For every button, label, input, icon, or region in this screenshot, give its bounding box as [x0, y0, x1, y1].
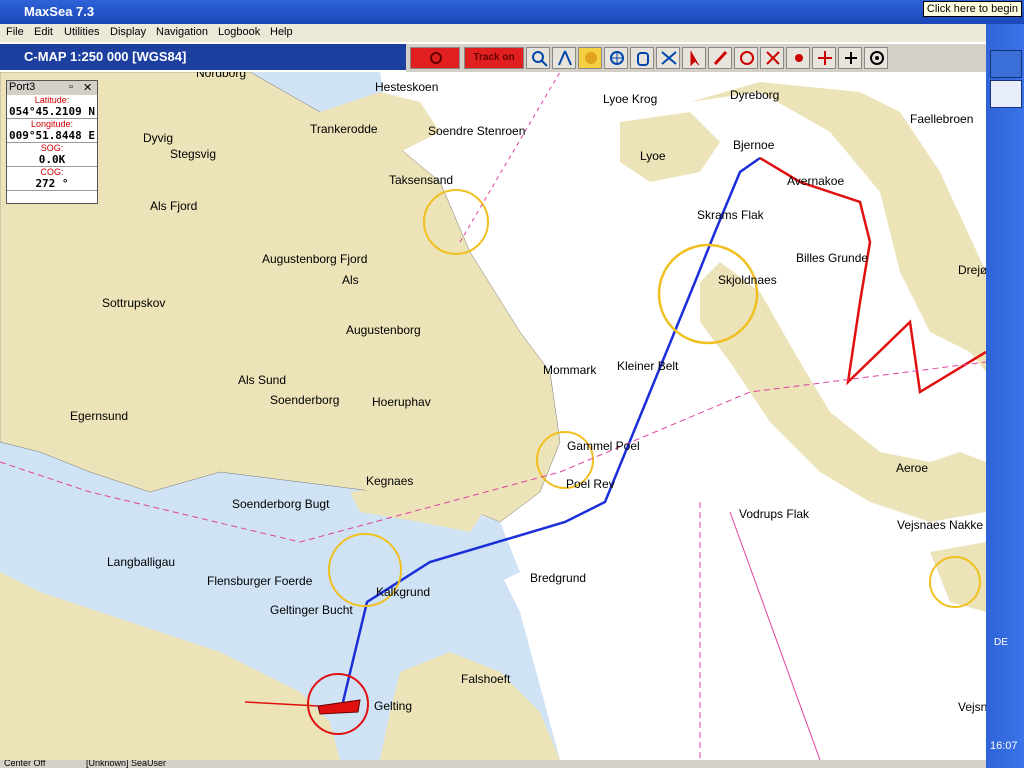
- panel-maximize-icon[interactable]: ▫: [69, 81, 73, 93]
- nautical-chart[interactable]: Hesteskoen Nordborg Trankerodde Soendre …: [0, 72, 986, 760]
- menu-edit[interactable]: Edit: [34, 26, 53, 38]
- panel-close-icon[interactable]: ✕: [83, 81, 92, 94]
- place-label: Billes Grunde: [796, 251, 869, 265]
- place-label: Vodrups Flak: [739, 507, 810, 521]
- latitude-label: Latitude:: [34, 95, 70, 105]
- pointer-icon[interactable]: [682, 47, 706, 69]
- place-label: Als Sund: [238, 373, 287, 387]
- begin-tooltip[interactable]: Click here to begin: [922, 1, 1022, 17]
- place-label: Faellebroen: [910, 112, 974, 126]
- place-label: Dyreborg: [730, 88, 780, 102]
- taskbar-app-icon[interactable]: [990, 80, 1022, 108]
- place-label: Egernsund: [70, 409, 129, 423]
- place-label: Aeroe: [896, 461, 929, 475]
- menu-display[interactable]: Display: [110, 26, 146, 38]
- chart-titlebar: C-MAP 1:250 000 [WGS84]: [0, 44, 406, 70]
- place-label: Kegnaes: [366, 474, 414, 488]
- measure-icon[interactable]: [656, 47, 680, 69]
- place-label: Gelting: [374, 699, 413, 713]
- record-button[interactable]: [410, 47, 460, 69]
- place-label: Gammel Poel: [567, 439, 640, 453]
- cog-value: 272 °: [7, 177, 97, 191]
- cog-label: COG:: [40, 167, 64, 177]
- place-label: Soendre Stenroen: [428, 124, 526, 138]
- move-icon[interactable]: [812, 47, 836, 69]
- menu-utilities[interactable]: Utilities: [64, 26, 99, 38]
- place-label: Lyoe: [640, 149, 666, 163]
- longitude-value: 009°51.8448 E: [7, 129, 97, 143]
- menu-bar: File Edit Utilities Display Navigation L…: [0, 24, 986, 42]
- hand-icon[interactable]: [630, 47, 654, 69]
- place-label: Trankerodde: [310, 122, 378, 136]
- place-label: Augustenborg: [346, 323, 421, 337]
- place-label: Als: [342, 273, 359, 287]
- menu-file[interactable]: File: [6, 26, 24, 38]
- vertical-taskbar: DE 16:07: [986, 24, 1024, 768]
- sog-value: 0.0K: [7, 153, 97, 167]
- longitude-label: Longitude:: [30, 119, 74, 129]
- pan-hand-icon[interactable]: [578, 47, 602, 69]
- waypoint-icon[interactable]: [786, 47, 810, 69]
- window-titlebar: MaxSea 7.3 Click here to begin: [0, 0, 1024, 24]
- place-label: Sottrupskov: [102, 296, 166, 310]
- language-indicator[interactable]: DE: [994, 637, 1008, 648]
- panel-header: Port3 ▫ ✕: [7, 81, 97, 95]
- place-label: Lyoe Krog: [603, 92, 658, 106]
- place-label: Bredgrund: [530, 571, 587, 585]
- status-bar: Center Off [Unknown] SeaUser: [0, 760, 986, 768]
- place-label: Nordborg: [196, 72, 247, 80]
- chart-toolbar: Track on: [406, 44, 986, 73]
- place-label: Vejsnaes: [958, 700, 986, 714]
- place-label: Mommark: [543, 363, 597, 377]
- user-status: [Unknown] SeaUser: [86, 760, 167, 768]
- pencil-icon[interactable]: [708, 47, 732, 69]
- place-label: Kleiner Belt: [617, 359, 679, 373]
- place-label: Skrams Flak: [697, 208, 764, 222]
- place-label: Geltinger Bucht: [270, 603, 353, 617]
- place-label: Vejsnaes Nakke: [897, 518, 984, 532]
- target-icon[interactable]: [864, 47, 888, 69]
- place-label: Falshoeft: [461, 672, 511, 686]
- position-panel[interactable]: Port3 ▫ ✕ Latitude: 054°45.2109 N Longit…: [6, 80, 98, 204]
- place-label: Drejø: [958, 263, 986, 277]
- place-label: Skjoldnaes: [718, 273, 777, 287]
- place-label: Hoeruphav: [372, 395, 431, 409]
- crosshair-icon[interactable]: [604, 47, 628, 69]
- window-title: MaxSea 7.3: [24, 4, 95, 19]
- zoom-icon[interactable]: [526, 47, 550, 69]
- center-status[interactable]: Center Off: [4, 760, 45, 768]
- system-clock: 16:07: [990, 740, 1018, 752]
- place-label: Bjernoe: [733, 138, 775, 152]
- place-label: Hesteskoen: [375, 80, 439, 94]
- chart-title: C-MAP 1:250 000 [WGS84]: [24, 49, 187, 64]
- place-label: Soenderborg Bugt: [232, 497, 330, 511]
- menu-help[interactable]: Help: [270, 26, 293, 38]
- place-label: Flensburger Foerde: [207, 574, 313, 588]
- plus-icon[interactable]: [838, 47, 862, 69]
- place-label: Als Fjord: [150, 199, 198, 213]
- sog-label: SOG:: [40, 143, 64, 153]
- place-label: Taksensand: [389, 173, 454, 187]
- place-label: Stegsvig: [170, 147, 217, 161]
- place-label: Langballigau: [107, 555, 176, 569]
- menu-logbook[interactable]: Logbook: [218, 26, 260, 38]
- place-label: Avernakoe: [787, 174, 845, 188]
- latitude-value: 054°45.2109 N: [7, 105, 97, 119]
- menu-navigation[interactable]: Navigation: [156, 26, 208, 38]
- place-label: Soenderborg: [270, 393, 340, 407]
- route-icon[interactable]: [734, 47, 758, 69]
- place-label: Poel Rev: [566, 477, 615, 491]
- taskbar-app-icon[interactable]: [990, 50, 1022, 78]
- place-label: Augustenborg Fjord: [262, 252, 368, 266]
- panel-title: Port3: [9, 81, 36, 93]
- place-label: Kalkgrund: [376, 585, 431, 599]
- place-label: Dyvig: [143, 131, 174, 145]
- compass-icon[interactable]: [552, 47, 576, 69]
- track-on-button[interactable]: Track on: [464, 47, 524, 69]
- scissors-icon[interactable]: [760, 47, 784, 69]
